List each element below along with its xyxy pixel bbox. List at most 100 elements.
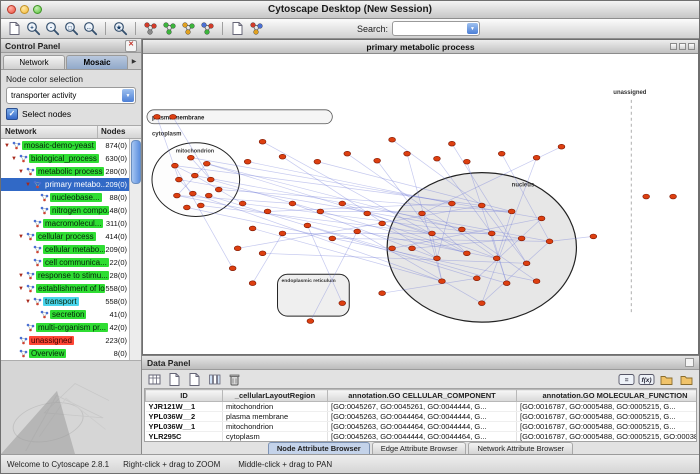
zoom-out-icon[interactable]: - (44, 20, 61, 37)
table-cell[interactable]: [GO:0016787, GO:0005488, GO:0005215, G..… (517, 402, 698, 412)
graph-node[interactable] (191, 173, 198, 178)
tab-network-attribute-browser[interactable]: Network Attribute Browser (468, 442, 573, 454)
graph-node[interactable] (379, 221, 386, 226)
tree-row[interactable]: multi-organism pr...42(0) (1, 321, 141, 334)
graph-node[interactable] (264, 209, 271, 214)
tree-row[interactable]: secretion41(0) (1, 308, 141, 321)
tree-column-nodes[interactable]: Nodes (98, 126, 141, 138)
tab-network[interactable]: Network (3, 55, 65, 69)
select-nodes-row[interactable]: ✓ Select nodes (1, 104, 141, 125)
graph-node[interactable] (448, 141, 455, 146)
graph-node[interactable] (175, 177, 182, 182)
select-attributes-icon[interactable] (146, 371, 163, 388)
frame-maximize-icon[interactable] (679, 43, 686, 50)
graph-node[interactable] (493, 256, 500, 261)
tree-scrollbar-thumb[interactable] (131, 140, 141, 184)
table-row[interactable]: YLR295Ccytoplasm[GO:0045263, GO:0044444,… (146, 432, 698, 442)
tree-row[interactable]: ▼establishment of lo...558(0) (1, 282, 141, 295)
graph-node[interactable] (170, 114, 177, 119)
tree-row[interactable]: ▼transport558(0) (1, 295, 141, 308)
column-header[interactable]: _cellularLayoutRegion (223, 390, 328, 402)
graph-node[interactable] (197, 203, 204, 208)
search-input[interactable] (393, 23, 467, 34)
select-columns-icon[interactable] (206, 371, 223, 388)
data-panel-float-icon[interactable] (685, 358, 694, 367)
tree-expander-icon[interactable]: ▼ (18, 234, 26, 240)
graph-node[interactable] (670, 194, 677, 199)
graph-node[interactable] (389, 137, 396, 142)
tree-row[interactable]: nucleobase...88(0) (1, 191, 141, 204)
graph-node[interactable] (434, 156, 441, 161)
table-cell[interactable]: [GO:0045263, GO:0044444, GO:0044464, G..… (328, 432, 517, 442)
function-builder-icon[interactable]: f(x) (638, 371, 655, 388)
column-header[interactable]: annotation.GO MOLECULAR_FUNCTION (517, 390, 698, 402)
table-row[interactable]: YPL036W__2plasma membrane[GO:0045263, GO… (146, 412, 698, 422)
graph-node[interactable] (249, 226, 256, 231)
control-panel-close-icon[interactable]: ✕ (125, 40, 137, 52)
graph-node[interactable] (643, 194, 650, 199)
id-cell[interactable]: YJR121W__1 (146, 402, 223, 412)
open-folder-icon[interactable] (658, 371, 675, 388)
node-color-select[interactable]: transporter activity ▼ (6, 87, 136, 104)
graph-node[interactable] (558, 144, 565, 149)
frame-minimize-icon[interactable] (670, 43, 677, 50)
graph-node[interactable] (173, 193, 180, 198)
tree-row[interactable]: ▼metabolic process280(0) (1, 165, 141, 178)
graph-node[interactable] (523, 261, 530, 266)
graph-node[interactable] (434, 256, 441, 261)
show-all-nodes-icon[interactable] (161, 20, 178, 37)
copy-attribute-icon[interactable] (186, 371, 203, 388)
window-titlebar[interactable]: Cytoscape Desktop (New Session) (1, 1, 699, 19)
tree-row[interactable]: unassigned223(0) (1, 334, 141, 347)
graph-node[interactable] (279, 154, 286, 159)
tree-row[interactable]: ▼biological_process630(0) (1, 152, 141, 165)
table-cell[interactable]: plasma membrane (223, 412, 328, 422)
table-row[interactable]: YJR121W__1mitochondrion[GO:0045267, GO:0… (146, 402, 698, 412)
tree-row[interactable]: Overview8(0) (1, 347, 141, 360)
graph-node[interactable] (203, 161, 210, 166)
zoom-in-icon[interactable]: + (25, 20, 42, 37)
table-cell[interactable]: mitochondrion (223, 422, 328, 432)
graph-node[interactable] (314, 159, 321, 164)
graph-node[interactable] (458, 227, 465, 232)
tab-mosaic[interactable]: Mosaic (66, 55, 128, 69)
graph-edge[interactable] (253, 233, 283, 283)
tab-edge-attribute-browser[interactable]: Edge Attribute Browser (372, 442, 467, 454)
graph-node[interactable] (374, 158, 381, 163)
hide-selected-icon[interactable] (142, 20, 159, 37)
show-graphics-details-icon[interactable]: ★ (112, 20, 129, 37)
network-canvas-svg[interactable]: plasma membranecytoplasmmitochondrionnuc… (143, 54, 698, 354)
graph-node[interactable] (478, 301, 485, 306)
close-window-icon[interactable] (7, 5, 16, 14)
graph-node[interactable] (205, 193, 212, 198)
minimize-window-icon[interactable] (20, 5, 29, 14)
create-attribute-icon[interactable] (166, 371, 183, 388)
graph-node[interactable] (404, 151, 411, 156)
graph-edge[interactable] (248, 162, 452, 204)
tree-scrollbar[interactable] (129, 139, 141, 360)
tree-expander-icon[interactable]: ▼ (18, 286, 26, 292)
import-folder-icon[interactable] (678, 371, 695, 388)
graph-node[interactable] (339, 301, 346, 306)
tree-expander-icon[interactable]: ▼ (11, 156, 19, 162)
graph-node[interactable] (307, 319, 314, 324)
tree-expander-icon[interactable]: ▼ (18, 273, 26, 279)
graph-node[interactable] (409, 246, 416, 251)
search-box[interactable]: ▼ (392, 21, 480, 36)
graph-node[interactable] (478, 203, 485, 208)
graph-node[interactable] (259, 139, 266, 144)
graph-node[interactable] (533, 155, 540, 160)
graph-node[interactable] (234, 246, 241, 251)
tree-row[interactable]: nitrogen compo...48(0) (1, 204, 141, 217)
tree-expander-icon[interactable]: ▼ (25, 182, 33, 188)
table-cell[interactable]: [GO:0045267, GO:0045261, GO:0044444, G..… (328, 402, 517, 412)
table-cell[interactable]: [GO:0045263, GO:0044464, GO:0044444, G..… (328, 412, 517, 422)
tree-row[interactable]: macromolecul...311(0) (1, 217, 141, 230)
search-dropdown-icon[interactable]: ▼ (467, 23, 478, 34)
graph-node[interactable] (229, 266, 236, 271)
table-row[interactable]: YPL036W__1mitochondrion[GO:0045263, GO:0… (146, 422, 698, 432)
id-cell[interactable]: YPL036W__2 (146, 412, 223, 422)
graph-node[interactable] (215, 187, 222, 192)
graph-node[interactable] (259, 251, 266, 256)
graph-node[interactable] (448, 201, 455, 206)
